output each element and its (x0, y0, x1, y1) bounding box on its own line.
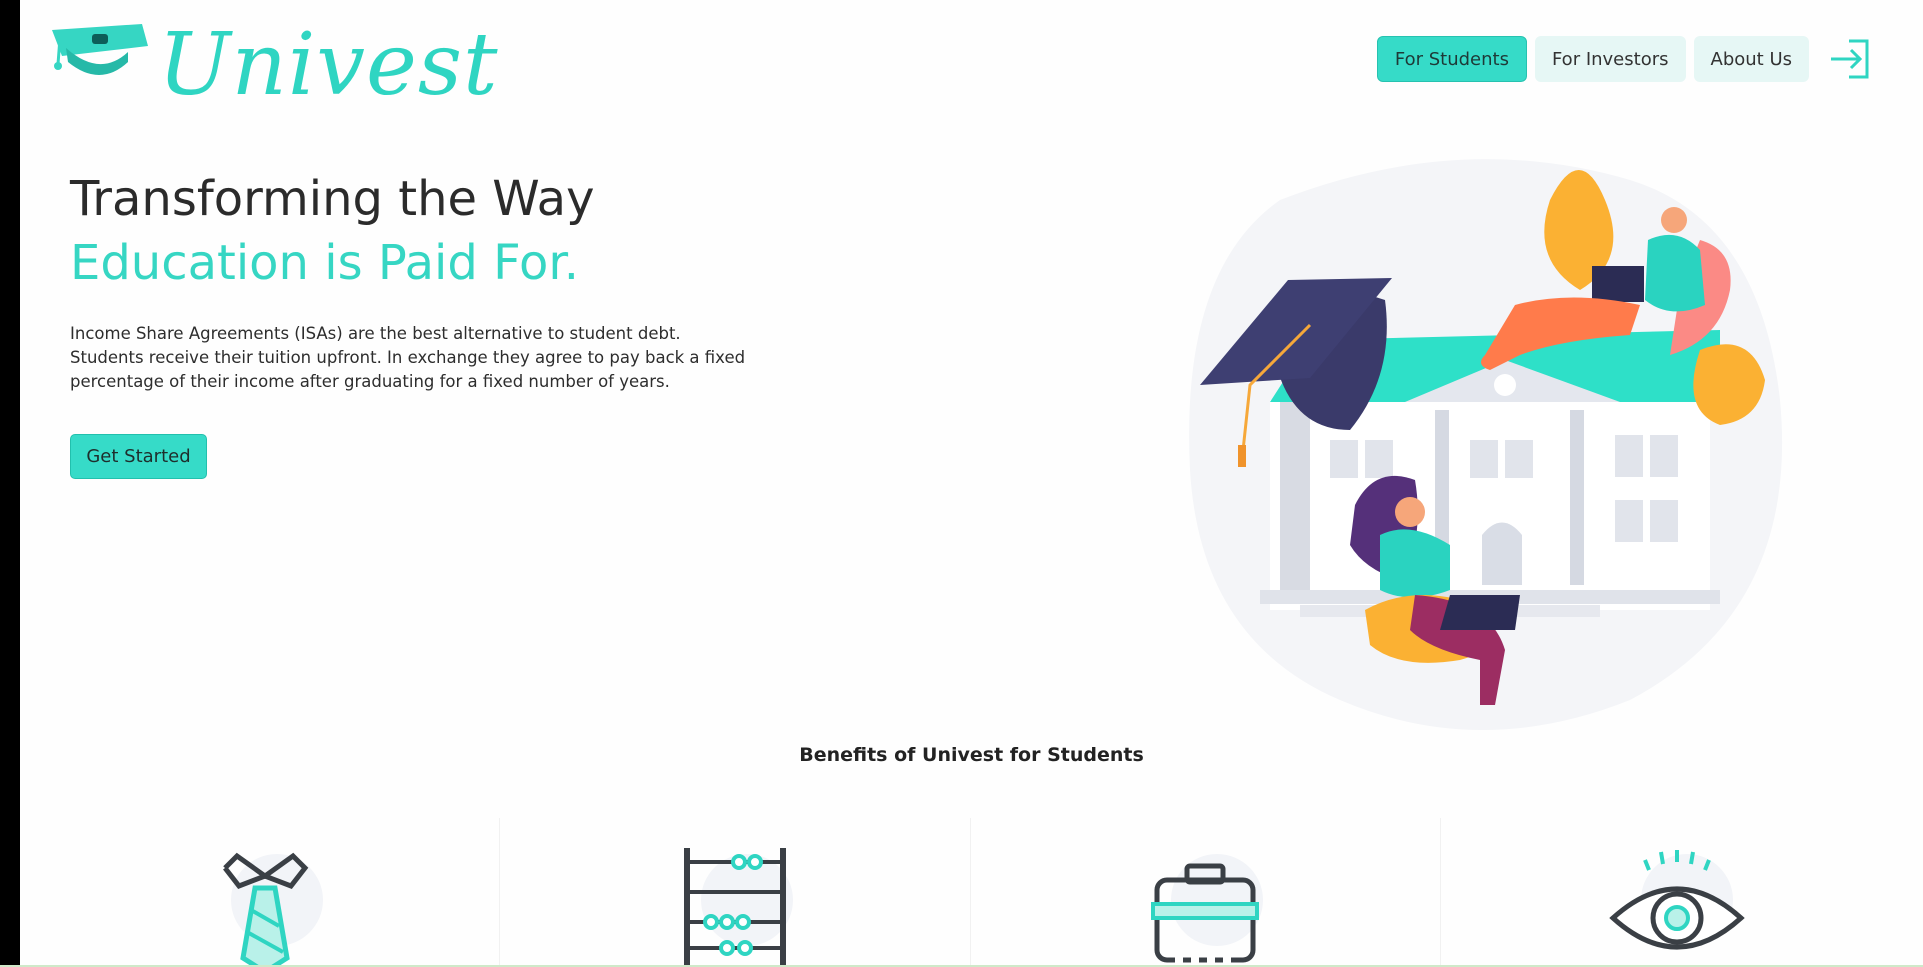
benefit-card (30, 818, 501, 965)
hero-illustration (1189, 159, 1783, 730)
nav-for-students[interactable]: For Students (1376, 36, 1527, 82)
abacus-icon (683, 848, 793, 965)
login-arrow-icon[interactable] (1827, 35, 1875, 83)
nav-for-investors[interactable]: For Investors (1534, 36, 1686, 82)
get-started-button[interactable]: Get Started (70, 434, 207, 479)
briefcase-icon (1151, 854, 1264, 963)
benefit-card (971, 818, 1441, 965)
benefits-row (30, 818, 1910, 965)
brand-name: Univest (158, 15, 499, 115)
eye-icon (1609, 850, 1746, 950)
tie-icon (222, 852, 323, 965)
nav-about-us[interactable]: About Us (1693, 36, 1809, 82)
brand-logo[interactable]: Univest (48, 18, 499, 108)
benefits-heading: Benefits of Univest for Students (799, 744, 1144, 766)
graduation-cap-logo-icon (52, 24, 148, 75)
hero-description: Income Share Agreements (ISAs) are the b… (70, 324, 746, 391)
hero-title-accent: Education is Paid For. (70, 235, 579, 291)
benefit-card (1441, 818, 1910, 965)
top-nav: For Students For Investors About Us (1369, 35, 1875, 83)
page: Univest For Students For Investors About… (20, 0, 1923, 965)
hero-title: Transforming the Way (70, 171, 595, 227)
benefit-card (500, 818, 971, 965)
